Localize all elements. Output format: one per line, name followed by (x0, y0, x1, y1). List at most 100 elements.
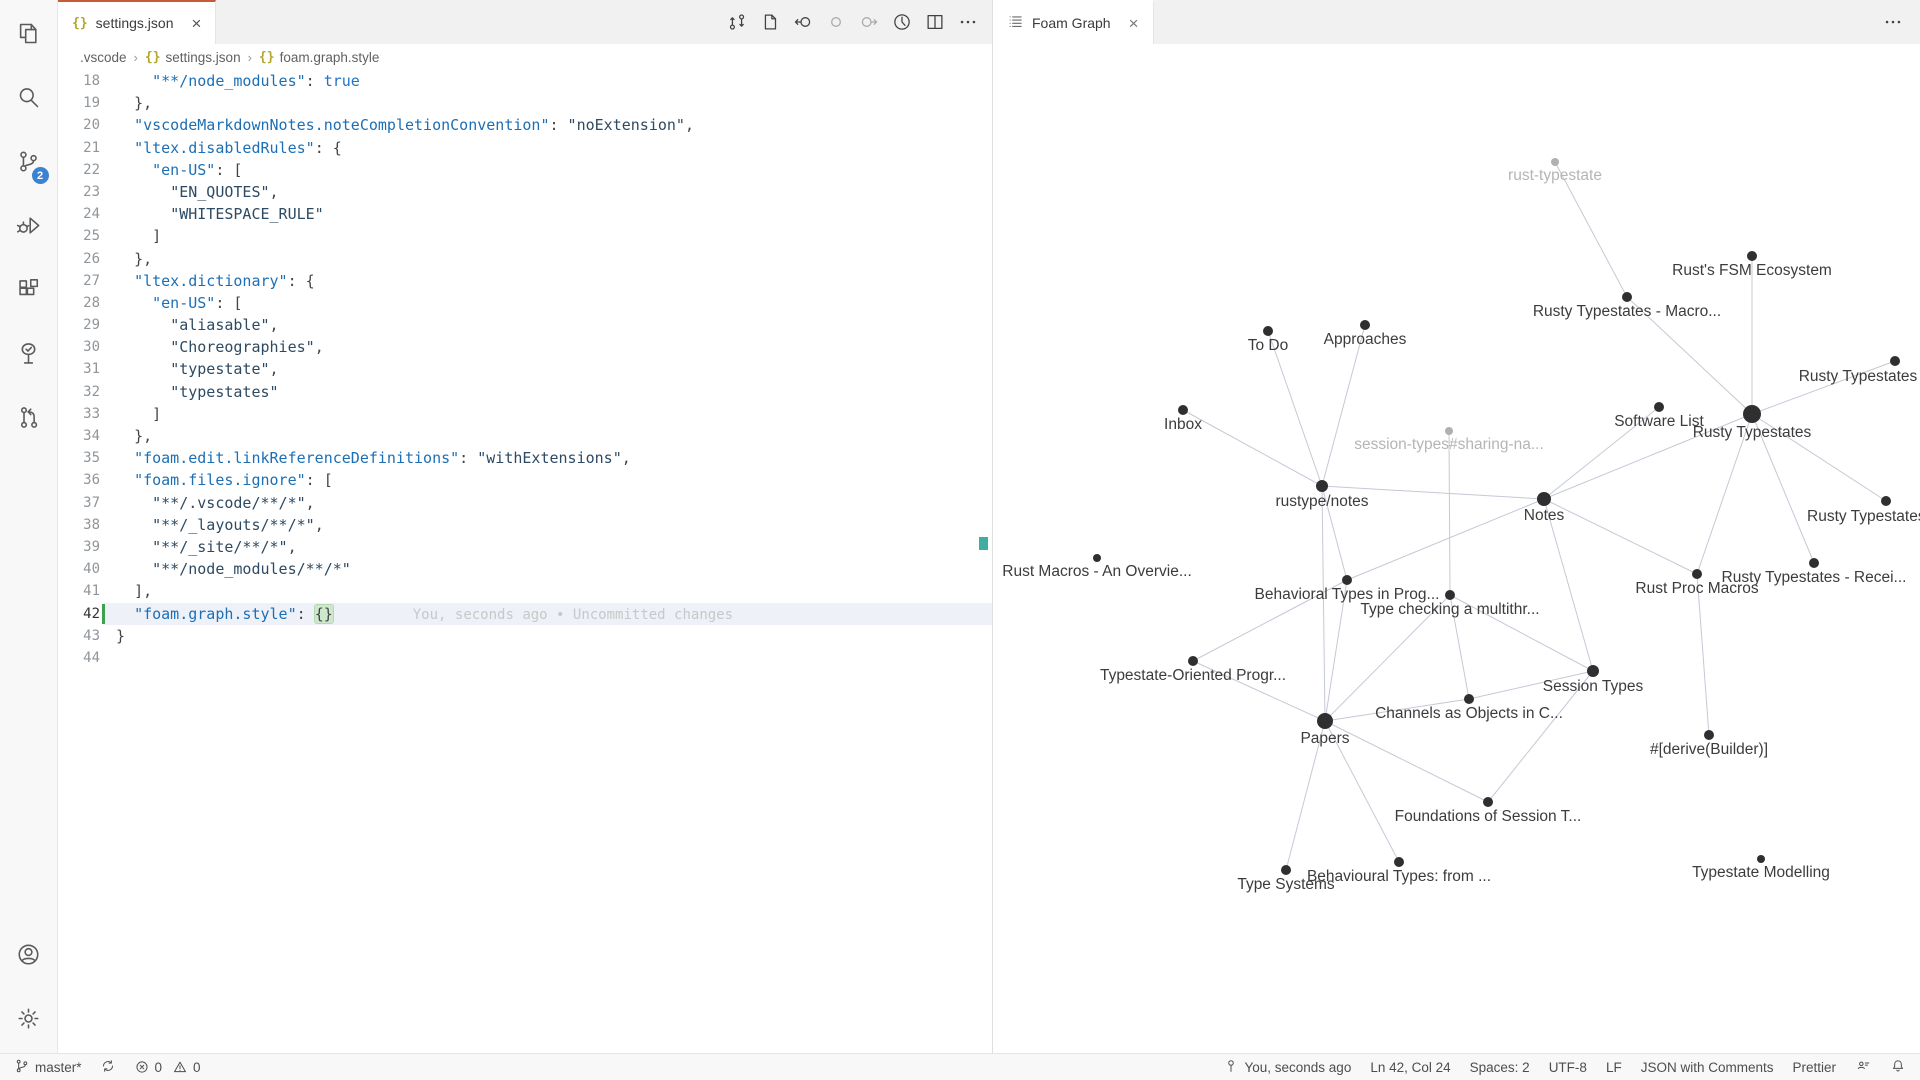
code-line[interactable]: 35 "foam.edit.linkReferenceDefinitions":… (58, 447, 992, 469)
code-line[interactable]: 31 "typestate", (58, 358, 992, 380)
line-number[interactable]: 22 (58, 159, 100, 181)
graph-node-todo[interactable] (1263, 326, 1273, 336)
graph-node-rt-right[interactable] (1881, 496, 1891, 506)
line-number[interactable]: 33 (58, 403, 100, 425)
code-line[interactable]: 23 "EN_QUOTES", (58, 181, 992, 203)
line-number[interactable]: 34 (58, 425, 100, 447)
graph-node-macro[interactable] (1622, 292, 1632, 302)
activity-item-settings[interactable] (0, 989, 58, 1053)
breadcrumb-item-foam-graph-style[interactable]: {}foam.graph.style (259, 50, 379, 65)
tab-settings-json[interactable]: {} settings.json × (58, 0, 216, 44)
code-line[interactable]: 37 "**/.vscode/**/*", (58, 492, 992, 514)
line-number[interactable]: 32 (58, 381, 100, 403)
line-number[interactable]: 36 (58, 469, 100, 491)
activity-item-source-control[interactable]: 2 (0, 132, 58, 196)
code-line[interactable]: 25 ] (58, 225, 992, 247)
status-problems[interactable]: 00 (134, 1059, 201, 1075)
activity-item-accounts[interactable] (0, 925, 58, 989)
line-number[interactable]: 41 (58, 580, 100, 602)
code-line[interactable]: 39 "**/_site/**/*", (58, 536, 992, 558)
line-number[interactable]: 25 (58, 225, 100, 247)
close-graph-tab-icon[interactable]: × (1129, 15, 1139, 32)
graph-node-derive[interactable] (1704, 730, 1714, 740)
status-notifications[interactable] (1890, 1058, 1906, 1077)
line-number[interactable]: 40 (58, 558, 100, 580)
graph-node-rt-hub[interactable] (1743, 405, 1761, 423)
activity-item-extensions[interactable] (0, 260, 58, 324)
graph-node-behavioural-from[interactable] (1394, 857, 1404, 867)
status-language-mode[interactable]: JSON with Comments (1641, 1060, 1774, 1075)
graph-node-foundations[interactable] (1483, 797, 1493, 807)
activity-item-git-graph[interactable] (0, 388, 58, 452)
code-line[interactable]: 27 "ltex.dictionary": { (58, 270, 992, 292)
status-encoding[interactable]: UTF-8 (1549, 1060, 1587, 1075)
code-line[interactable]: 32 "typestates" (58, 381, 992, 403)
graph-node-fsm[interactable] (1747, 251, 1757, 261)
graph-node-rust-macros[interactable] (1093, 554, 1101, 562)
code-line[interactable]: 33 ] (58, 403, 992, 425)
activity-item-search[interactable] (0, 68, 58, 132)
close-tab-icon[interactable]: × (191, 15, 201, 32)
line-number[interactable]: 43 (58, 625, 100, 647)
open-changes-icon[interactable] (725, 10, 749, 34)
line-number[interactable]: 28 (58, 292, 100, 314)
split-editor-icon[interactable] (923, 10, 947, 34)
status-eol[interactable]: LF (1606, 1060, 1622, 1075)
graph-node-rt-recei[interactable] (1809, 558, 1819, 568)
code-line[interactable]: 26 }, (58, 248, 992, 270)
tab-foam-graph[interactable]: Foam Graph × (993, 0, 1154, 44)
activity-item-explorer[interactable] (0, 4, 58, 68)
graph-node-rustype[interactable] (1316, 480, 1328, 492)
graph-node-typestate-modelling[interactable] (1757, 855, 1765, 863)
status-sync[interactable] (100, 1058, 116, 1077)
line-number[interactable]: 31 (58, 358, 100, 380)
status-feedback[interactable] (1855, 1058, 1871, 1077)
graph-node-behavioral[interactable] (1342, 575, 1352, 585)
more-actions-icon[interactable] (1882, 0, 1920, 44)
line-number[interactable]: 29 (58, 314, 100, 336)
line-number[interactable]: 44 (58, 647, 100, 669)
graph-node-session-na[interactable] (1445, 427, 1453, 435)
timeline-clock-icon[interactable] (890, 10, 914, 34)
line-number[interactable]: 19 (58, 92, 100, 114)
code-line[interactable]: 44 (58, 647, 992, 669)
line-number[interactable]: 30 (58, 336, 100, 358)
foam-graph-canvas[interactable]: rust-typestateRust's FSM EcosystemRusty … (993, 44, 1920, 1053)
graph-node-inbox[interactable] (1178, 405, 1188, 415)
code-line[interactable]: 28 "en-US": [ (58, 292, 992, 314)
graph-node-rt-topright[interactable] (1890, 356, 1900, 366)
line-number[interactable]: 24 (58, 203, 100, 225)
status-cursor-position[interactable]: Ln 42, Col 24 (1370, 1060, 1450, 1075)
status-blame[interactable]: You, seconds ago (1223, 1058, 1351, 1077)
graph-node-proc-macros[interactable] (1692, 569, 1702, 579)
code-line[interactable]: 34 }, (58, 425, 992, 447)
line-number[interactable]: 26 (58, 248, 100, 270)
line-number[interactable]: 18 (58, 70, 100, 92)
graph-node-rust-typestate[interactable] (1551, 158, 1559, 166)
code-line-current[interactable]: 42 "foam.graph.style": {}You, seconds ag… (58, 603, 992, 625)
code-line[interactable]: 29 "aliasable", (58, 314, 992, 336)
more-actions-icon[interactable] (956, 10, 980, 34)
code-line[interactable]: 19 }, (58, 92, 992, 114)
activity-item-todo-tree[interactable] (0, 324, 58, 388)
line-number[interactable]: 23 (58, 181, 100, 203)
line-number[interactable]: 27 (58, 270, 100, 292)
code-line[interactable]: 21 "ltex.disabledRules": { (58, 137, 992, 159)
graph-node-notes[interactable] (1537, 492, 1551, 506)
code-line[interactable]: 36 "foam.files.ignore": [ (58, 469, 992, 491)
status-indentation[interactable]: Spaces: 2 (1470, 1060, 1530, 1075)
breadcrumb-item-settings-json[interactable]: {}settings.json (145, 50, 241, 65)
status-branch[interactable]: master* (14, 1058, 82, 1077)
line-number[interactable]: 20 (58, 114, 100, 136)
code-line[interactable]: 41 ], (58, 580, 992, 602)
code-line[interactable]: 24 "WHITESPACE_RULE" (58, 203, 992, 225)
navigate-back-icon[interactable] (791, 10, 815, 34)
graph-node-type-checking[interactable] (1445, 590, 1455, 600)
code-line[interactable]: 38 "**/_layouts/**/*", (58, 514, 992, 536)
code-line[interactable]: 43} (58, 625, 992, 647)
status-formatter[interactable]: Prettier (1792, 1060, 1836, 1075)
line-number[interactable]: 37 (58, 492, 100, 514)
graph-node-software[interactable] (1654, 402, 1664, 412)
line-number[interactable]: 35 (58, 447, 100, 469)
code-line[interactable]: 30 "Choreographies", (58, 336, 992, 358)
